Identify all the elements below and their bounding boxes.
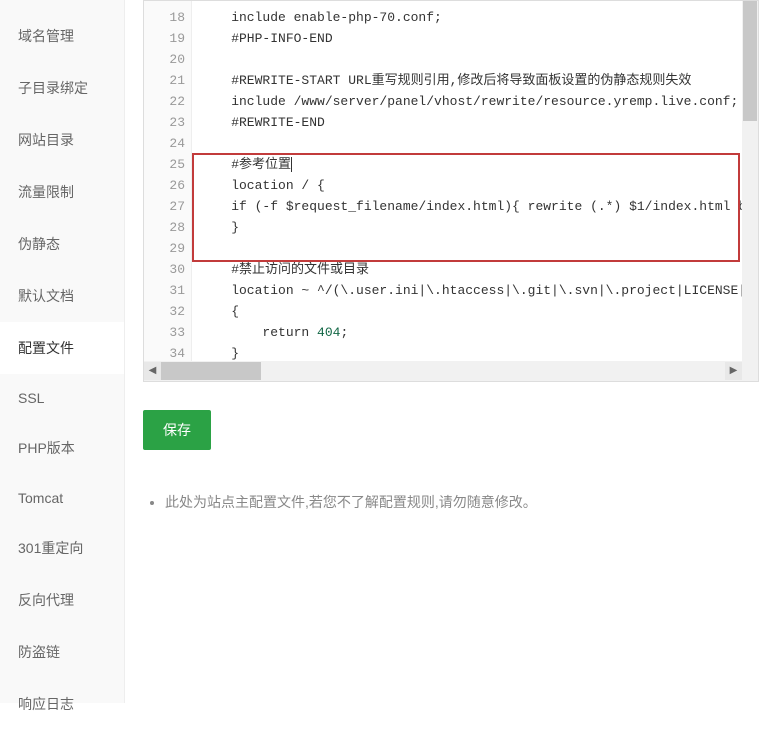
main-panel: 18 19 20 21 22 23 24 25 26 27 28 29 30 3… — [125, 0, 781, 703]
sidebar-item-301[interactable]: 301重定向 — [0, 522, 124, 574]
sidebar-item-php[interactable]: PHP版本 — [0, 422, 124, 474]
hint-text: 此处为站点主配置文件,若您不了解配置规则,请勿随意修改。 — [165, 492, 763, 512]
sidebar-item-proxy[interactable]: 反向代理 — [0, 574, 124, 626]
config-editor[interactable]: 18 19 20 21 22 23 24 25 26 27 28 29 30 3… — [143, 0, 759, 382]
sidebar-item-tomcat[interactable]: Tomcat — [0, 474, 124, 522]
hint-list: 此处为站点主配置文件,若您不了解配置规则,请勿随意修改。 — [143, 492, 763, 512]
sidebar-item-ssl[interactable]: SSL — [0, 374, 124, 422]
code-area[interactable]: include enable-php-70.conf; #PHP-INFO-EN… — [192, 1, 758, 363]
line-gutter: 18 19 20 21 22 23 24 25 26 27 28 29 30 3… — [144, 1, 192, 363]
sidebar-item-sitedir[interactable]: 网站目录 — [0, 114, 124, 166]
hscroll-thumb[interactable] — [161, 362, 261, 380]
vertical-scrollbar[interactable] — [742, 1, 758, 361]
vscroll-thumb[interactable] — [743, 1, 757, 121]
hscroll-left-icon[interactable]: ◀ — [144, 362, 161, 380]
save-button[interactable]: 保存 — [143, 410, 211, 450]
sidebar-item-subdir[interactable]: 子目录绑定 — [0, 62, 124, 114]
hscroll-right-icon[interactable]: ▶ — [725, 362, 742, 380]
sidebar: 域名管理 子目录绑定 网站目录 流量限制 伪静态 默认文档 配置文件 SSL P… — [0, 0, 125, 703]
sidebar-item-config[interactable]: 配置文件 — [0, 322, 124, 374]
sidebar-item-log[interactable]: 响应日志 — [0, 678, 124, 730]
horizontal-scrollbar[interactable]: ◀ ▶ — [144, 361, 742, 381]
sidebar-item-rewrite[interactable]: 伪静态 — [0, 218, 124, 270]
sidebar-item-domain[interactable]: 域名管理 — [0, 10, 124, 62]
sidebar-item-traffic[interactable]: 流量限制 — [0, 166, 124, 218]
scroll-corner — [742, 361, 758, 381]
sidebar-item-hotlink[interactable]: 防盗链 — [0, 626, 124, 678]
sidebar-item-defaultdoc[interactable]: 默认文档 — [0, 270, 124, 322]
